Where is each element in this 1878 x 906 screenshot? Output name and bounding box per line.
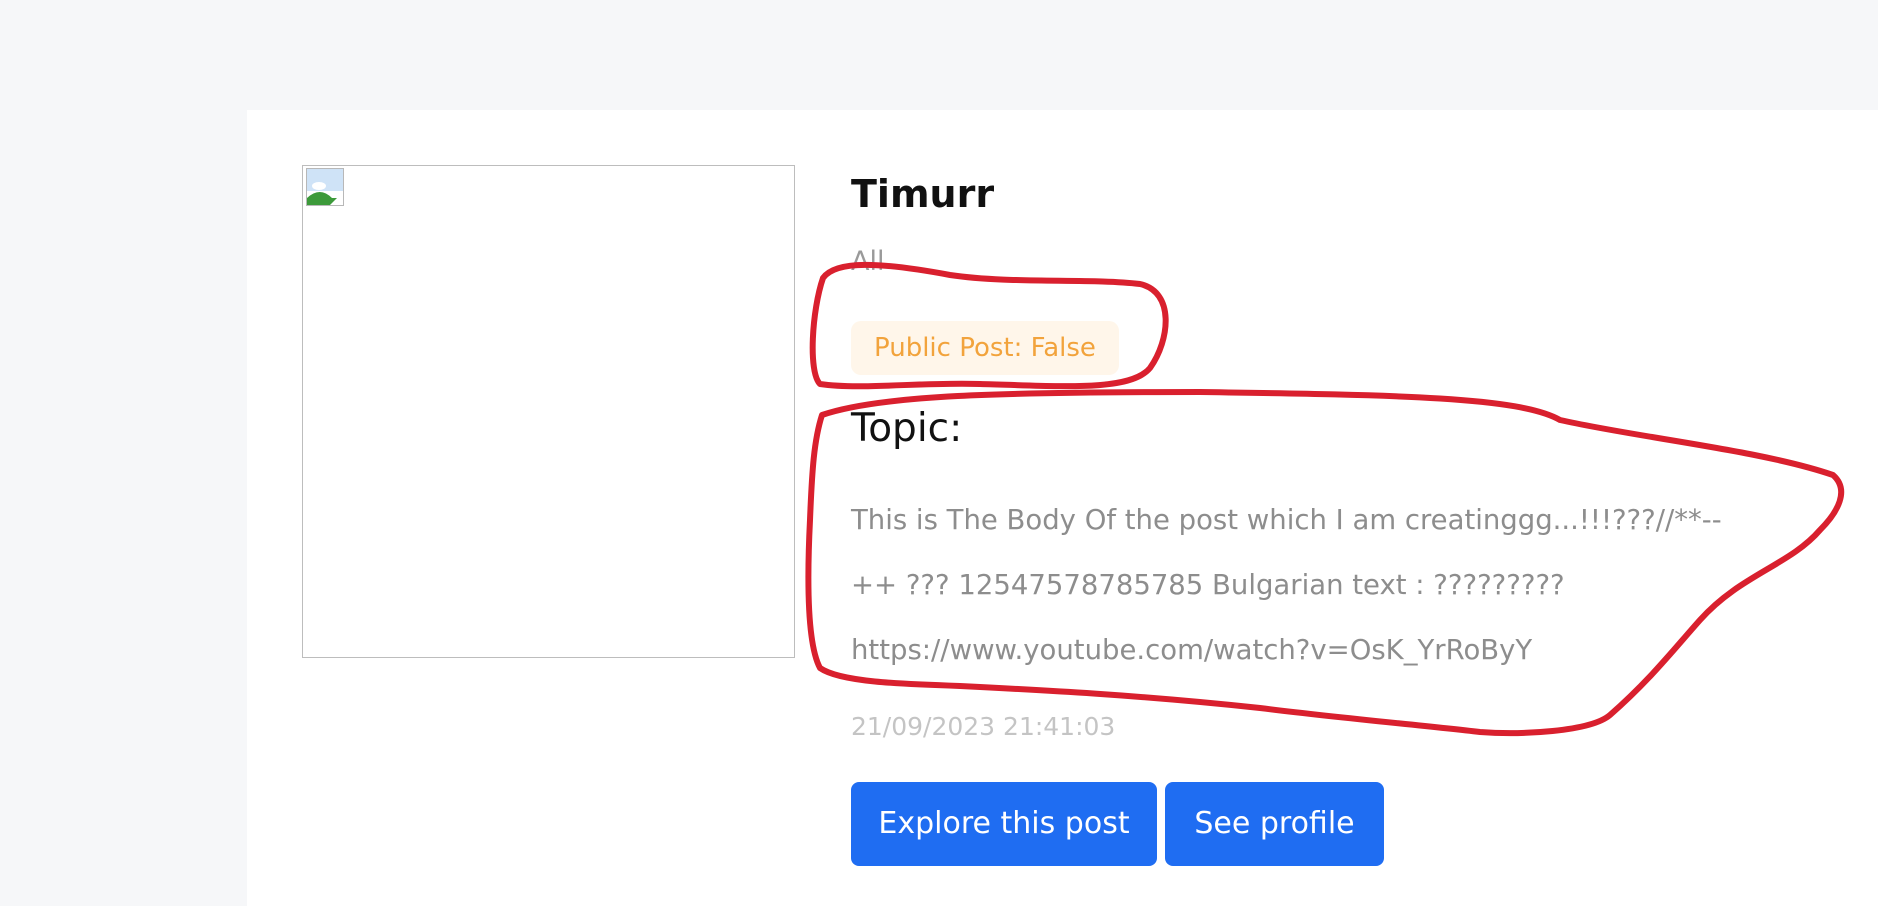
post-body-line: ++ ??? 12547578785785 Bulgarian text : ?… [851, 569, 1565, 601]
post-body-line: This is The Body Of the post which I am … [851, 504, 1722, 536]
see-profile-button[interactable]: See profile [1165, 782, 1384, 866]
post-category: All [851, 246, 885, 277]
broken-image-icon [306, 168, 344, 206]
topic-heading: Topic: [851, 406, 963, 451]
explore-post-button[interactable]: Explore this post [851, 782, 1157, 866]
post-thumbnail [302, 165, 795, 658]
post-author: Timurr [851, 172, 995, 216]
post-body: This is The Body Of the post which I am … [851, 488, 1811, 683]
visibility-badge: Public Post: False [851, 321, 1119, 375]
post-body-line: https://www.youtube.com/watch?v=OsK_YrRo… [851, 634, 1533, 666]
post-timestamp: 21/09/2023 21:41:03 [851, 712, 1116, 741]
